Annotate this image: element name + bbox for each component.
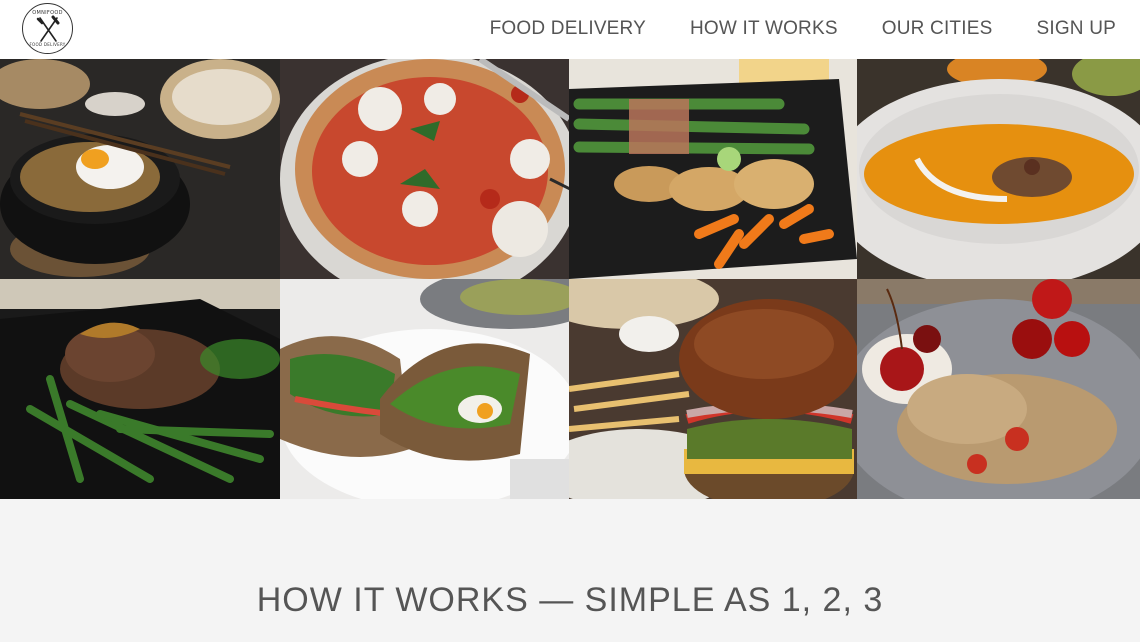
nav-how-it-works[interactable]: HOW IT WORKS xyxy=(690,18,838,40)
bibimbap-image xyxy=(0,59,280,279)
photo-bibimbap[interactable] xyxy=(0,59,280,279)
asparagus-chicken-image xyxy=(569,59,857,279)
photo-pumpkin-soup[interactable] xyxy=(857,59,1140,279)
section-title: HOW IT WORKS — SIMPLE AS 1, 2, 3 xyxy=(256,581,884,619)
steak-green-beans-image xyxy=(0,279,280,499)
pizza-image xyxy=(280,59,569,279)
granola-cherries-image xyxy=(857,279,1140,499)
photo-steak-green-beans[interactable] xyxy=(0,279,280,499)
logo-bottom-text: FOOD DELIVERY xyxy=(29,42,66,47)
top-navigation-bar: OMNIFOOD FOOD DELIVERY FOOD DELIVERY HOW… xyxy=(0,0,1140,59)
how-it-works-section: HOW IT WORKS — SIMPLE AS 1, 2, 3 xyxy=(0,499,1140,642)
photo-burger[interactable] xyxy=(569,279,857,499)
nav-our-cities[interactable]: OUR CITIES xyxy=(882,18,993,40)
nav-food-delivery[interactable]: FOOD DELIVERY xyxy=(490,18,646,40)
photo-sandwich[interactable] xyxy=(280,279,569,499)
sandwich-image xyxy=(280,279,569,499)
logo[interactable]: OMNIFOOD FOOD DELIVERY xyxy=(22,3,73,54)
burger-image xyxy=(569,279,857,499)
pumpkin-soup-image xyxy=(857,59,1140,279)
main-nav: FOOD DELIVERY HOW IT WORKS OUR CITIES SI… xyxy=(490,18,1116,40)
meals-gallery xyxy=(0,59,1140,499)
photo-granola-cherries[interactable] xyxy=(857,279,1140,499)
fork-and-knife-icon xyxy=(36,15,60,42)
nav-sign-up[interactable]: SIGN UP xyxy=(1036,18,1116,40)
photo-pizza[interactable] xyxy=(280,59,569,279)
photo-asparagus-chicken[interactable] xyxy=(569,59,857,279)
